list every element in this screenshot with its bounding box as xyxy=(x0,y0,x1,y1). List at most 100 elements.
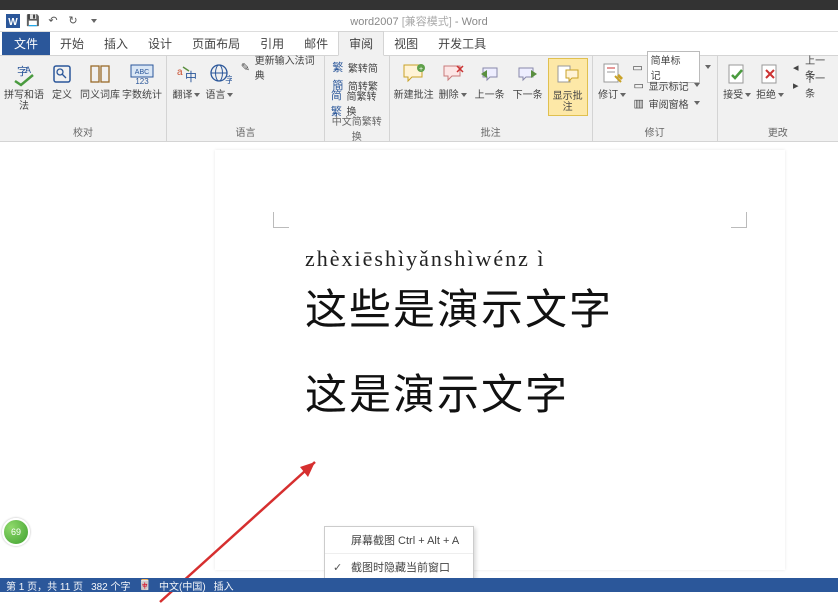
floating-badge[interactable]: 69 xyxy=(2,518,30,546)
margin-corner-tl xyxy=(273,212,289,228)
svg-text:123: 123 xyxy=(135,77,149,85)
spelling-icon: 字A xyxy=(10,60,38,88)
next-label: 下一条 xyxy=(513,90,543,101)
new-comment-button[interactable]: + 新建批注 xyxy=(394,58,434,103)
svg-text:字: 字 xyxy=(225,74,232,85)
next-change-icon: ▸ xyxy=(790,78,803,92)
markup-dropdown[interactable]: ▭简单标记 xyxy=(630,58,713,76)
accept-label: 接受 xyxy=(723,90,751,101)
text-line-1: 这些是演示文字 xyxy=(305,276,613,337)
to-traditional-button[interactable]: 繁繁转简 xyxy=(329,58,385,76)
status-lang-icon: 🀄 xyxy=(139,580,151,591)
update-ime-label: 更新输入法词典 xyxy=(255,52,318,82)
tab-design[interactable]: 设计 xyxy=(138,32,182,55)
delete-icon xyxy=(439,60,467,88)
spelling-button[interactable]: 字A 拼写和语法 xyxy=(4,58,44,114)
tab-developer[interactable]: 开发工具 xyxy=(428,32,496,55)
track-changes-button[interactable]: 修订 xyxy=(597,58,628,103)
tab-file[interactable]: 文件 xyxy=(2,32,50,55)
show-comments-button[interactable]: 显示批注 xyxy=(548,58,588,116)
compat-mode: [兼容模式] xyxy=(402,16,452,28)
update-ime-button[interactable]: ✎ 更新输入法词典 xyxy=(237,58,320,76)
status-lang[interactable]: 中文(中国) xyxy=(159,578,206,593)
thesaurus-icon xyxy=(86,60,114,88)
delete-comment-button[interactable]: 删除 xyxy=(436,58,470,103)
prev-icon xyxy=(476,60,504,88)
group-language: a中 翻译 字 语言 ✎ 更新输入法词典 语言 xyxy=(167,56,325,141)
redo-button[interactable]: ↻ xyxy=(64,12,82,30)
prev-comment-button[interactable]: 上一条 xyxy=(472,58,508,103)
review-pane-button[interactable]: ▥审阅窗格 xyxy=(630,94,713,112)
status-bar: 第 1 页，共 11 页 382 个字 🀄 中文(中国) 插入 xyxy=(0,578,838,592)
page[interactable]: zhèxiēshìyǎnshìwénz ì 这些是演示文字 这是演示文字 xyxy=(215,150,785,570)
svg-text:+: + xyxy=(419,66,423,73)
track-label: 修订 xyxy=(598,90,626,101)
define-label: 定义 xyxy=(52,90,72,101)
ribbon: 字A 拼写和语法 定义 同义词库 ABC123 字数统计 校对 a中 翻译 xyxy=(0,56,838,142)
margin-corner-tr xyxy=(731,212,747,228)
group-changes-label: 更改 xyxy=(722,123,834,141)
tab-view[interactable]: 视图 xyxy=(384,32,428,55)
next-icon xyxy=(514,60,542,88)
track-icon xyxy=(598,60,626,88)
next-comment-button[interactable]: 下一条 xyxy=(510,58,546,103)
svg-text:W: W xyxy=(8,17,18,28)
doc-name: word2007 xyxy=(350,16,398,28)
group-comments-label: 批注 xyxy=(394,123,588,141)
language-button[interactable]: 字 语言 xyxy=(204,58,235,103)
save-button[interactable]: 💾 xyxy=(24,12,42,30)
new-comment-icon: + xyxy=(400,60,428,88)
group-proofing: 字A 拼写和语法 定义 同义词库 ABC123 字数统计 校对 xyxy=(0,56,167,141)
word-icon: W xyxy=(4,12,22,30)
qat-more-button[interactable] xyxy=(84,12,102,30)
next-change-button[interactable]: ▸下一条 xyxy=(788,76,834,94)
accept-icon xyxy=(723,60,751,88)
text-line-2: 这是演示文字 xyxy=(305,361,613,422)
document-area[interactable]: zhèxiēshìyǎnshìwénz ì 这些是演示文字 这是演示文字 屏幕截… xyxy=(0,142,838,578)
translate-button[interactable]: a中 翻译 xyxy=(171,58,202,103)
conv-icon: 简繁 xyxy=(331,96,344,110)
wordcount-button[interactable]: ABC123 字数统计 xyxy=(122,58,162,103)
ribbon-tabs: 文件 开始 插入 设计 页面布局 引用 邮件 审阅 视图 开发工具 xyxy=(0,32,838,56)
wordcount-icon: ABC123 xyxy=(128,60,156,88)
screenshot-shortcut-row[interactable]: 屏幕截图 Ctrl + Alt + A xyxy=(325,527,473,553)
convert-button[interactable]: 简繁简繁转换 xyxy=(329,94,385,112)
check-icon: ✓ xyxy=(333,561,345,574)
translate-icon: a中 xyxy=(172,60,200,88)
svg-text:a: a xyxy=(177,67,183,78)
screenshot-shortcut-label: 屏幕截图 Ctrl + Alt + A xyxy=(351,532,459,548)
status-insert[interactable]: 插入 xyxy=(214,578,234,593)
pinyin-line: zhèxiēshìyǎnshìwénz ì xyxy=(305,246,613,272)
tab-layout[interactable]: 页面布局 xyxy=(182,32,250,55)
language-icon: 字 xyxy=(205,60,233,88)
status-page[interactable]: 第 1 页，共 11 页 xyxy=(6,578,83,593)
hide-window-label: 截图时隐藏当前窗口 xyxy=(351,559,450,575)
delete-label: 删除 xyxy=(439,90,467,101)
quick-access-toolbar: W 💾 ↶ ↻ xyxy=(4,12,102,30)
new-comment-label: 新建批注 xyxy=(394,90,434,101)
undo-button[interactable]: ↶ xyxy=(44,12,62,30)
hide-window-row[interactable]: ✓ 截图时隐藏当前窗口 xyxy=(325,553,473,580)
reject-button[interactable]: 拒绝 xyxy=(755,58,786,103)
define-button[interactable]: 定义 xyxy=(46,58,78,103)
show-markup-button[interactable]: ▭显示标记 xyxy=(630,76,713,94)
tab-review[interactable]: 审阅 xyxy=(338,31,384,56)
markup-icon: ▭ xyxy=(632,78,646,92)
group-tracking-label: 修订 xyxy=(597,123,713,141)
tab-home[interactable]: 开始 xyxy=(50,32,94,55)
app-suffix: - Word xyxy=(455,16,488,28)
reject-icon xyxy=(756,60,784,88)
group-chinese-conv: 繁繁转简 簡简转繁 简繁简繁转换 中文简繁转换 xyxy=(325,56,390,141)
tab-insert[interactable]: 插入 xyxy=(94,32,138,55)
accept-button[interactable]: 接受 xyxy=(722,58,753,103)
language-label: 语言 xyxy=(205,90,233,101)
document-content[interactable]: zhèxiēshìyǎnshìwénz ì 这些是演示文字 这是演示文字 xyxy=(305,246,613,422)
group-changes: 接受 拒绝 ◂上一条 ▸下一条 更改 xyxy=(718,56,838,141)
group-language-label: 语言 xyxy=(171,123,320,141)
status-words[interactable]: 382 个字 xyxy=(91,578,130,593)
screenshot-popup[interactable]: 屏幕截图 Ctrl + Alt + A ✓ 截图时隐藏当前窗口 xyxy=(324,526,474,581)
doc-icon: ▭ xyxy=(632,60,644,74)
show-comments-label: 显示批注 xyxy=(549,91,587,113)
thesaurus-button[interactable]: 同义词库 xyxy=(80,58,120,103)
prev-label: 上一条 xyxy=(475,90,505,101)
